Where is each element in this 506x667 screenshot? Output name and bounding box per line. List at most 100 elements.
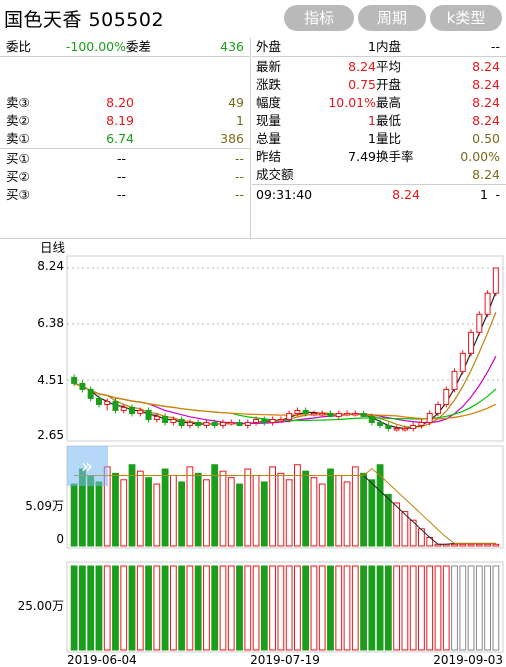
indicator-tick: 25.00万 (18, 599, 64, 613)
volume-bar (145, 477, 152, 547)
indicator-bar (459, 565, 467, 651)
volume-bar (136, 470, 144, 547)
ask-row: 卖① 6.74 386 (0, 130, 250, 147)
indicator-bar (401, 565, 409, 651)
candle-body (294, 409, 301, 414)
candle-body (385, 424, 392, 429)
stat-value: 8.24 (472, 59, 500, 74)
volume-bar (186, 466, 194, 547)
stat-label: 最新 (256, 59, 282, 74)
period-button[interactable]: 周期 (358, 5, 426, 31)
candle-body (277, 418, 284, 422)
divider (0, 56, 250, 57)
candle-body (112, 400, 119, 411)
bid-label: 买③ (6, 187, 30, 202)
price-tick: 8.24 (37, 259, 64, 273)
candle-body (352, 412, 359, 416)
indicator-bar (186, 565, 194, 651)
volume-bar (310, 477, 318, 547)
candle-body (451, 370, 458, 390)
volume-bar (87, 474, 95, 547)
stat-row: 幅度 10.01% 最高 8.24 (252, 94, 506, 111)
candle-body (443, 388, 450, 405)
bid-row: 买① -- -- (0, 150, 250, 167)
k-type-button[interactable]: k类型 (430, 5, 502, 31)
price-tick: 6.38 (37, 316, 64, 330)
kline-chart[interactable]: 日线 8.24 6.38 4.51 2.65 5.09万 0 » 25.00万 … (0, 238, 506, 667)
indicator-bar (87, 565, 95, 651)
divider (250, 38, 251, 238)
candle-body (418, 421, 425, 426)
candle-body (327, 412, 334, 417)
indicator-bar (393, 565, 401, 651)
bid-label: 买① (6, 151, 30, 166)
stat-label: 换手率 (376, 149, 414, 164)
candle-body (162, 415, 169, 423)
volume-bar (484, 543, 491, 547)
volume-zero: 0 (56, 532, 64, 546)
webi-label: 委比 (6, 39, 32, 54)
date-label: 2019-07-19 (250, 653, 320, 667)
indicator-bar (79, 565, 86, 651)
volume-bar (451, 543, 458, 547)
webi-row: 委比 -100.00% 委差 436 (0, 38, 250, 55)
volume-bar (335, 474, 343, 547)
candle-body (476, 313, 483, 333)
volume-bar (95, 481, 103, 547)
stat-value: 1 (368, 39, 376, 54)
wecha-label: 委差 (126, 39, 152, 54)
volume-bar (269, 466, 276, 547)
candles (71, 267, 499, 432)
divider (0, 148, 250, 149)
stat-label: 昨结 (256, 149, 282, 164)
indicator-bar (418, 565, 425, 651)
ask-volume: 1 (236, 113, 244, 128)
indicator-bar (285, 565, 293, 651)
candle-body (220, 421, 226, 426)
candle-body (426, 412, 433, 423)
indicator-bar (136, 565, 144, 651)
indicator-bar (95, 565, 103, 651)
indicator-bar (161, 565, 169, 651)
volume-bar (475, 543, 483, 547)
indicator-bar (442, 565, 450, 651)
tick-volume: 1 (480, 187, 488, 202)
candle-body (344, 412, 350, 416)
bid-row: 买③ -- -- (0, 186, 250, 203)
stat-value: 8.24 (348, 59, 376, 74)
indicator-bar (178, 565, 186, 651)
tick-row: 09:31:40 8.24 1 - (252, 186, 506, 203)
candle-body (104, 400, 111, 405)
volume-bar (161, 468, 169, 547)
indicator-bar (194, 565, 202, 651)
volume-bar (327, 468, 334, 547)
indicator-bar (484, 565, 491, 651)
stat-row: 涨跌 0.75 开盘 8.24 (252, 76, 506, 93)
indicator-bar (409, 565, 417, 651)
stat-row: 最新 8.24 平均 8.24 (252, 58, 506, 75)
indicator-bar (103, 565, 111, 651)
webi-value: -100.00% (65, 39, 126, 54)
stat-value: 0.50 (472, 131, 500, 146)
indicator-bar (368, 565, 376, 651)
ask-row: 卖② 8.19 1 (0, 112, 250, 129)
volume-tick: 5.09万 (25, 499, 64, 513)
stat-label: 总量 (256, 131, 282, 146)
volume-bar (227, 477, 235, 547)
bid-price: -- (116, 151, 126, 166)
indicator-button[interactable]: 指标 (284, 5, 354, 31)
volume-bar (169, 474, 177, 547)
ask-price: 8.20 (106, 95, 134, 110)
stock-title: 国色天香 505502 (4, 9, 165, 31)
candle-body (137, 409, 144, 414)
indicator-bar (310, 565, 318, 651)
bid-volume: -- (234, 187, 244, 202)
volume-bar (244, 468, 252, 547)
stat-value: 1 (368, 131, 376, 146)
indicator-bar (203, 565, 210, 651)
candle-body (377, 421, 384, 426)
stat-label: 量比 (376, 131, 402, 146)
indicator-bar (211, 565, 219, 651)
indicator-bar (451, 565, 458, 651)
indicator-bar (294, 565, 301, 651)
